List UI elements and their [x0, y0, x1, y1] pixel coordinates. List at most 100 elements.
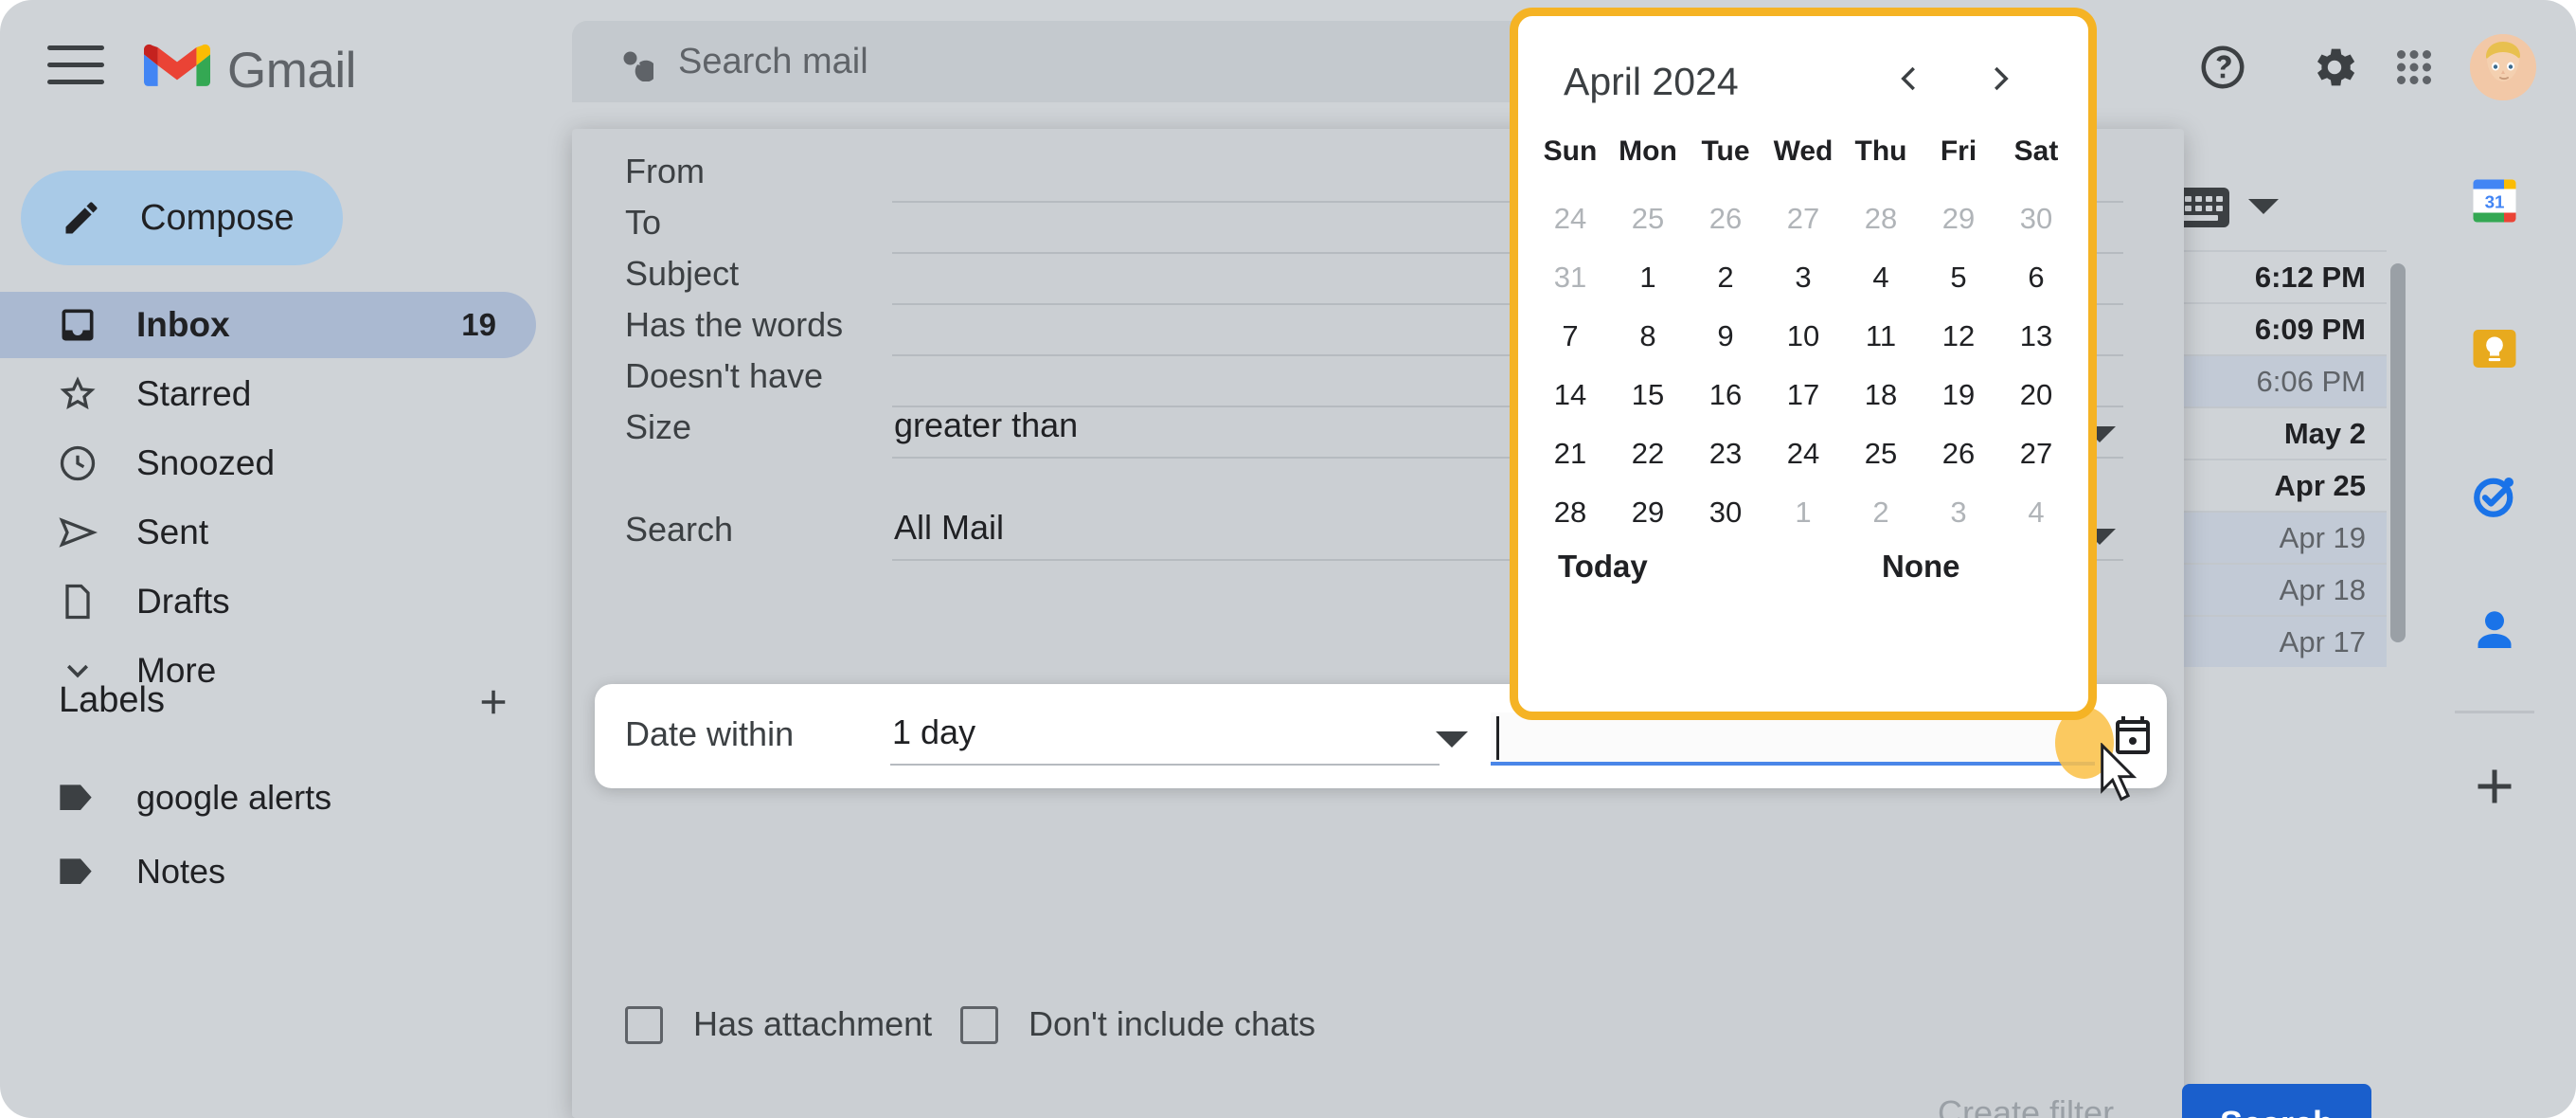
calendar-day-cell[interactable]: 2 [1687, 261, 1764, 302]
sidebar-item-starred[interactable]: Starred [0, 361, 536, 427]
has-attachment-checkbox[interactable] [625, 1006, 663, 1044]
calendar-day-cell[interactable]: 2 [1842, 496, 1920, 537]
sidebar-item-label: Sent [136, 513, 209, 551]
calendar-day-cell[interactable]: 3 [1920, 496, 1997, 537]
sidebar-item-snoozed[interactable]: Snoozed [0, 430, 536, 496]
calendar-day-cell[interactable]: 12 [1920, 319, 1997, 361]
sidebar-item-label: Snoozed [136, 443, 276, 482]
calendar-day-cell[interactable]: 31 [1531, 261, 1609, 302]
sidebar-item-sent[interactable]: Sent [0, 499, 536, 566]
calendar-day-cell[interactable]: 24 [1764, 437, 1842, 478]
calendar-day-cell[interactable]: 7 [1531, 319, 1609, 361]
label-item[interactable]: Notes [0, 839, 536, 904]
calendar-day-header: Mon [1619, 135, 1677, 167]
filter-row-label: Search [625, 510, 734, 549]
calendar-day-cell[interactable]: 25 [1842, 437, 1920, 478]
calendar-day-cell[interactable]: 11 [1842, 319, 1920, 361]
mail-timestamp: Apr 17 [2279, 624, 2366, 658]
chevron-left-icon[interactable] [1889, 56, 1929, 101]
calendar-day-cell[interactable]: 26 [1687, 202, 1764, 243]
google-calendar-icon[interactable]: 31 [2466, 172, 2523, 229]
gear-icon[interactable] [2309, 42, 2360, 93]
calendar-day-header: Thu [1854, 135, 1907, 167]
label-item[interactable]: google alerts [0, 766, 536, 830]
calendar-day-cell[interactable]: 17 [1764, 378, 1842, 420]
calendar-day-cell[interactable]: 27 [1764, 202, 1842, 243]
calendar-day-cell[interactable]: 10 [1764, 319, 1842, 361]
calendar-day-cell[interactable]: 30 [1997, 202, 2075, 243]
calendar-day-cell[interactable]: 4 [1997, 496, 2075, 537]
calendar-day-cell[interactable]: 27 [1997, 437, 2075, 478]
help-circle-icon[interactable] [2197, 42, 2248, 93]
calendar-day-cell[interactable]: 21 [1531, 437, 1609, 478]
calendar-day-cell[interactable]: 19 [1920, 378, 1997, 420]
labels-header: Labels [59, 680, 165, 720]
apps-grid-icon[interactable] [2388, 42, 2440, 93]
calendar-day-cell[interactable]: 9 [1687, 319, 1764, 361]
sidebar-item-label: Starred [136, 374, 252, 413]
date-input[interactable] [1491, 712, 2095, 766]
caret-down-icon[interactable] [2248, 199, 2279, 214]
mail-timestamp: Apr 19 [2279, 520, 2366, 554]
compose-label: Compose [140, 197, 295, 238]
filter-row-value[interactable]: All Mail [894, 508, 1004, 548]
create-filter-button[interactable]: Create filter [1938, 1093, 2114, 1118]
compose-button[interactable]: Compose [21, 171, 343, 265]
gmail-logo-icon [144, 44, 210, 86]
mail-timestamp: Apr 25 [2274, 468, 2366, 502]
sidebar-item-label: Inbox [136, 305, 230, 344]
calendar-day-cell[interactable]: 28 [1842, 202, 1920, 243]
pencil-icon [65, 202, 98, 234]
calendar-day-cell[interactable]: 29 [1609, 496, 1687, 537]
calendar-day-cell[interactable]: 30 [1687, 496, 1764, 537]
caret-down-icon[interactable] [1436, 731, 1468, 748]
calendar-week-row: 28 29 30 1 2 3 4 [1531, 496, 2075, 537]
calendar-today-button[interactable]: Today [1558, 549, 1648, 585]
calendar-day-cell[interactable]: 4 [1842, 261, 1920, 302]
calendar-day-cell[interactable]: 18 [1842, 378, 1920, 420]
calendar-none-button[interactable]: None [1882, 549, 1960, 585]
hamburger-icon[interactable] [47, 45, 104, 89]
calendar-month-title: April 2024 [1564, 60, 1739, 103]
calendar-day-cell[interactable]: 8 [1609, 319, 1687, 361]
calendar-day-cell[interactable]: 26 [1920, 437, 1997, 478]
label-item-label: google alerts [136, 778, 332, 817]
search-button[interactable]: Search [2182, 1084, 2371, 1118]
calendar-day-cell[interactable]: 6 [1997, 261, 2075, 302]
chevron-right-icon[interactable] [1980, 56, 2020, 101]
mail-timestamp: 6:12 PM [2254, 260, 2366, 294]
calendar-day-cell[interactable]: 13 [1997, 319, 2075, 361]
calendar-day-cell[interactable]: 15 [1609, 378, 1687, 420]
google-contacts-icon[interactable] [2466, 601, 2523, 658]
user-avatar[interactable] [2470, 34, 2536, 100]
calendar-day-header: Wed [1773, 135, 1834, 167]
search-input[interactable]: Search mail [678, 42, 868, 81]
plus-icon[interactable] [2466, 758, 2523, 815]
date-within-value[interactable]: 1 day [892, 712, 975, 752]
calendar-day-cell[interactable]: 3 [1764, 261, 1842, 302]
mail-list-scrollbar[interactable] [2390, 263, 2406, 642]
calendar-day-cell[interactable]: 14 [1531, 378, 1609, 420]
calendar-day-cell[interactable]: 20 [1997, 378, 2075, 420]
calendar-day-cell[interactable]: 22 [1609, 437, 1687, 478]
calendar-day-cell[interactable]: 25 [1609, 202, 1687, 243]
calendar-badge: 31 [2485, 192, 2505, 212]
calendar-day-cell[interactable]: 5 [1920, 261, 1997, 302]
dont-include-chats-checkbox[interactable] [960, 1006, 998, 1044]
sidebar-item-drafts[interactable]: Drafts [0, 568, 536, 635]
calendar-day-cell[interactable]: 23 [1687, 437, 1764, 478]
calendar-day-cell[interactable]: 24 [1531, 202, 1609, 243]
calendar-day-cell[interactable]: 29 [1920, 202, 1997, 243]
google-keep-icon[interactable] [2466, 320, 2523, 377]
drafts-icon [57, 581, 98, 622]
sidebar-item-inbox[interactable]: Inbox 19 [0, 292, 536, 358]
calendar-day-cell[interactable]: 28 [1531, 496, 1609, 537]
google-tasks-icon[interactable] [2466, 468, 2523, 525]
calendar-day-cell[interactable]: 1 [1764, 496, 1842, 537]
filter-row-value[interactable]: greater than [894, 406, 1078, 445]
plus-icon[interactable] [474, 682, 513, 722]
calendar-week-row: 21 22 23 24 25 26 27 [1531, 437, 2075, 478]
calendar-day-cell[interactable]: 16 [1687, 378, 1764, 420]
calendar-day-cell[interactable]: 1 [1609, 261, 1687, 302]
date-within-label: Date within [625, 714, 795, 753]
